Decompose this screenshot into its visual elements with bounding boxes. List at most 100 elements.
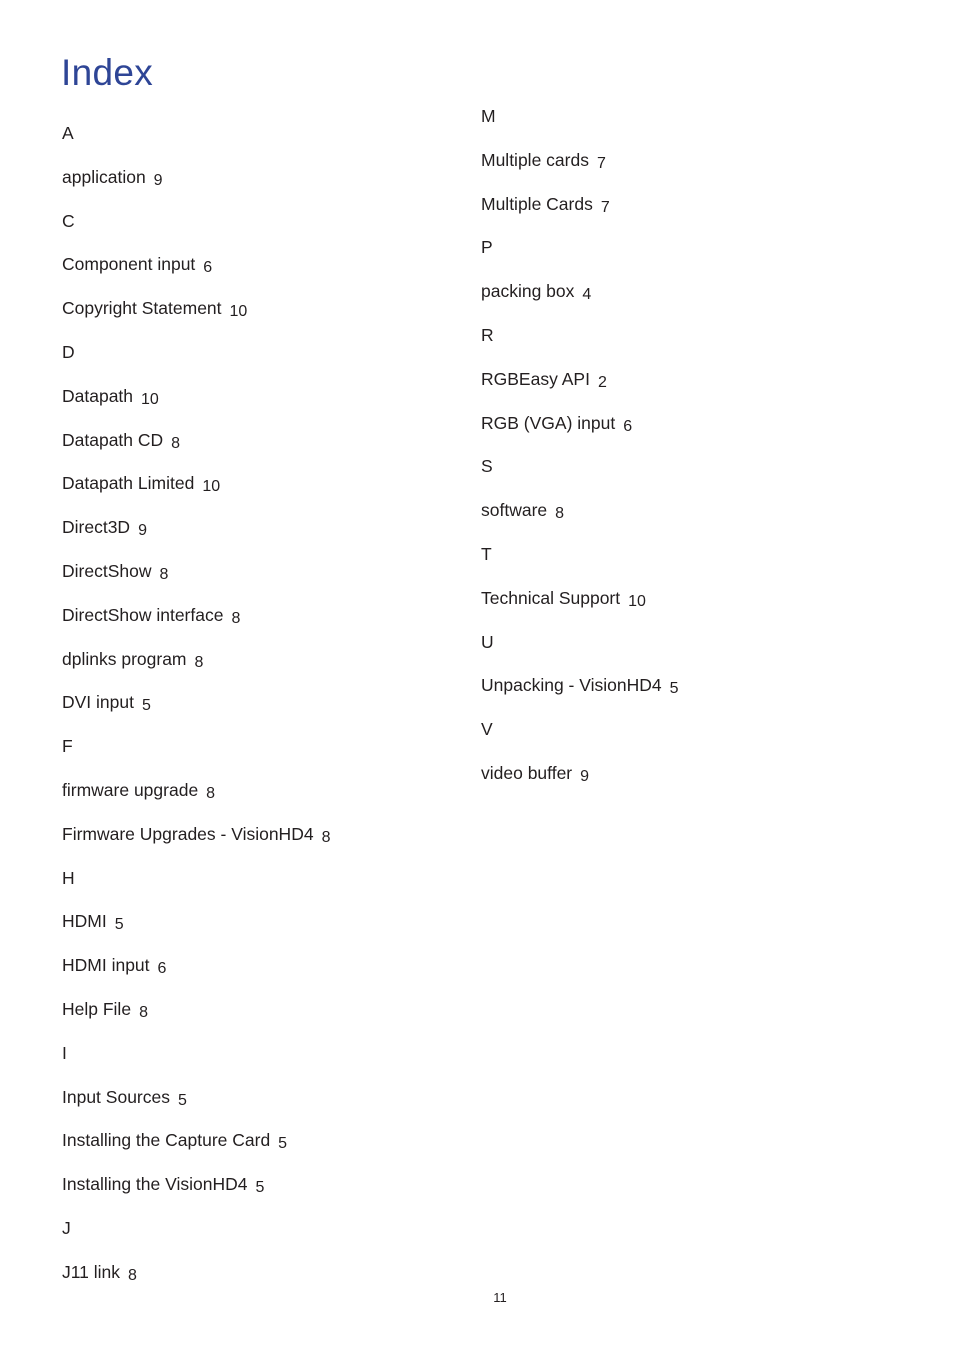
index-entry: packing box 4 <box>481 277 679 321</box>
index-term: Datapath CD <box>62 429 164 450</box>
index-entry: Datapath Limited 10 <box>62 469 330 513</box>
index-entry: Unpacking - VisionHD4 5 <box>481 671 679 715</box>
index-term: software <box>481 500 548 521</box>
index-entry: DirectShow interface 8 <box>62 601 330 645</box>
index-page-link[interactable]: 2 <box>598 374 607 391</box>
index-entry: Technical Support 10 <box>481 584 679 628</box>
index-letter-heading: R <box>481 324 494 345</box>
index-term: Input Sources <box>62 1086 170 1107</box>
index-term: HDMI input <box>62 955 150 976</box>
index-term: Datapath Limited <box>62 473 195 494</box>
index-entry: HDMI 5 <box>62 907 330 951</box>
page-title: Index <box>61 52 154 93</box>
index-term: Technical Support <box>481 587 621 608</box>
index-column-left: Aapplication 9 C Component input 6 Copyright … <box>62 119 330 1302</box>
index-entry: RGBEasy API 2 <box>481 365 679 409</box>
index-page-link[interactable]: 7 <box>601 199 610 216</box>
index-page-link[interactable]: 8 <box>159 566 168 583</box>
index-letter-heading: J <box>62 1217 71 1238</box>
index-page-link[interactable]: 5 <box>142 697 151 714</box>
index-entry: firmware upgrade 8 <box>62 776 330 820</box>
index-term: DirectShow <box>62 560 152 581</box>
index-page-link[interactable]: 8 <box>206 785 215 802</box>
index-page-link[interactable]: 9 <box>580 768 589 785</box>
index-entry: Multiple cards 7 <box>481 146 679 190</box>
index-entry: software 8 <box>481 496 679 540</box>
index-term: Direct3D <box>62 517 131 538</box>
index-letter-heading: D <box>62 341 75 362</box>
index-term: Component input <box>62 254 196 275</box>
index-entry: Direct3D 9 <box>62 513 330 557</box>
index-term: Copyright Statement <box>62 298 222 319</box>
index-letter-heading: V <box>481 719 493 740</box>
index-entry: RGB (VGA) input 6 <box>481 409 679 453</box>
index-entry: Datapath 10 <box>62 382 330 426</box>
index-letter-heading: T <box>481 543 492 564</box>
index-page-link[interactable]: 8 <box>139 1004 148 1021</box>
index-term: Installing the Capture Card <box>62 1130 271 1151</box>
index-page-link[interactable]: 10 <box>141 391 159 408</box>
index-page-link[interactable]: 8 <box>231 610 240 627</box>
index-term: Firmware Upgrades - VisionHD4 <box>62 823 314 844</box>
index-letter-heading: A <box>62 123 74 143</box>
index-page-link[interactable]: 10 <box>202 478 220 495</box>
index-letter-heading: S <box>481 456 493 477</box>
index-letter-heading: U <box>481 631 494 652</box>
index-page-link[interactable]: 5 <box>255 1179 264 1196</box>
index-entry: Firmware Upgrades - VisionHD4 8 <box>62 820 330 864</box>
index-entry: Installing the Capture Card 5 <box>62 1126 330 1170</box>
index-page-link[interactable]: 10 <box>230 303 248 320</box>
index-term: application <box>62 166 146 187</box>
index-column-right: M Multiple cards 7 Multiple Cards 7 Ppacking … <box>481 102 679 803</box>
index-entry: Datapath CD 8 <box>62 426 330 470</box>
index-page-link[interactable]: 8 <box>195 654 204 671</box>
index-page-link[interactable]: 5 <box>178 1092 187 1109</box>
index-term: DVI input <box>62 692 134 713</box>
index-term: Datapath <box>62 385 134 406</box>
index-entry: DirectShow 8 <box>62 557 330 601</box>
index-entry: DVI input 5 <box>62 688 330 732</box>
index-term: dplinks program <box>62 648 187 669</box>
index-term: J11 link <box>62 1261 121 1282</box>
index-term: RGBEasy API <box>481 368 590 389</box>
index-entry: Component input 6 <box>62 250 330 294</box>
index-page-link[interactable]: 8 <box>555 505 564 522</box>
index-page-link[interactable]: 5 <box>115 916 124 933</box>
index-page-link[interactable]: 10 <box>628 593 646 610</box>
index-page-link[interactable]: 8 <box>128 1267 137 1284</box>
index-term: DirectShow interface <box>62 604 224 625</box>
index-page-link[interactable]: 9 <box>138 522 147 539</box>
index-term: Multiple cards <box>481 149 589 170</box>
index-page-link[interactable]: 9 <box>154 172 163 189</box>
index-term: video buffer <box>481 762 573 783</box>
index-entry: Copyright Statement 10 <box>62 294 330 338</box>
index-entry: dplinks program 8 <box>62 645 330 689</box>
index-term: packing box <box>481 281 575 302</box>
index-page-link[interactable]: 6 <box>203 259 212 276</box>
index-page-link[interactable]: 7 <box>597 155 606 172</box>
index-page-link[interactable]: 5 <box>670 680 679 697</box>
index-term: RGB (VGA) input <box>481 412 616 433</box>
index-entry: Installing the VisionHD4 5 <box>62 1170 330 1214</box>
index-letter-heading: M <box>481 106 496 126</box>
index-term: Help File <box>62 998 132 1019</box>
index-entry: Help File 8 <box>62 995 330 1039</box>
index-page-link[interactable]: 8 <box>322 829 331 846</box>
index-term: Multiple Cards <box>481 193 593 214</box>
index-letter-heading: I <box>62 1042 67 1063</box>
index-page-link[interactable]: 6 <box>158 960 167 977</box>
index-entry: HDMI input 6 <box>62 951 330 995</box>
index-entry: application 9 <box>62 163 330 207</box>
index-term: Unpacking - VisionHD4 <box>481 675 662 696</box>
index-entry: Input Sources 5 <box>62 1083 330 1127</box>
index-page-link[interactable]: 8 <box>171 435 180 452</box>
index-entry: video buffer 9 <box>481 759 679 803</box>
index-term: Installing the VisionHD4 <box>62 1174 248 1195</box>
index-entry: Multiple Cards 7 <box>481 190 679 234</box>
index-letter-heading: F <box>62 736 73 757</box>
index-term: firmware upgrade <box>62 779 199 800</box>
index-page-link[interactable]: 6 <box>623 418 632 435</box>
index-page-link[interactable]: 4 <box>582 286 591 303</box>
index-page-link[interactable]: 5 <box>278 1135 287 1152</box>
index-letter-heading: P <box>481 237 493 258</box>
